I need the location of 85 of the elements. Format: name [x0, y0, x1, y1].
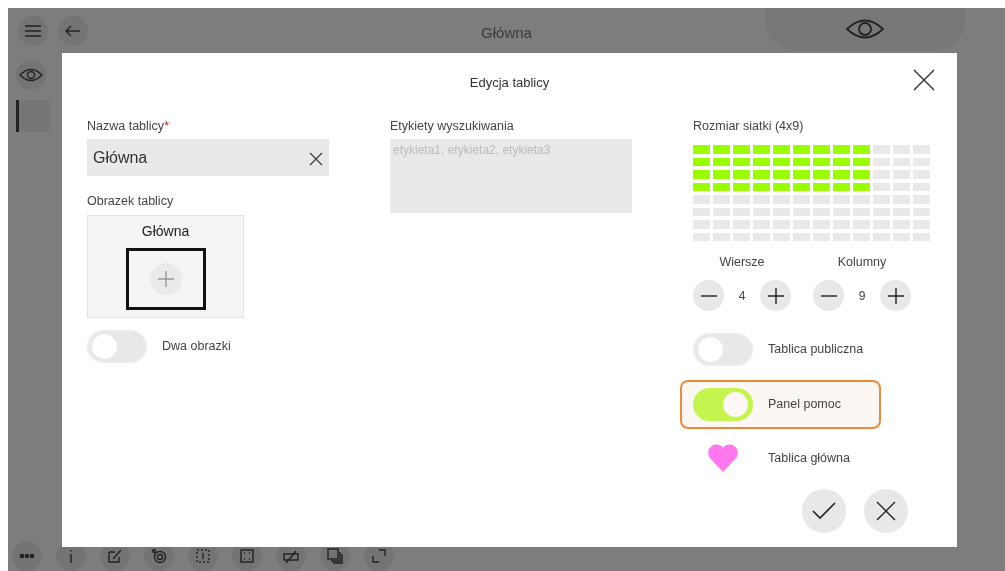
grid-cell-selected[interactable]: [733, 145, 750, 154]
increment-button[interactable]: [880, 280, 911, 311]
grid-cell-selected[interactable]: [773, 182, 790, 192]
check-icon: [812, 502, 836, 520]
grid-cell-selected[interactable]: [793, 145, 810, 154]
grid-cell-selected[interactable]: [813, 170, 830, 179]
grid-cell-selected[interactable]: [753, 170, 770, 179]
plus-icon: [156, 270, 175, 288]
expand-icon: [371, 548, 387, 564]
back-arrow-icon: [65, 25, 81, 37]
toggle-label: Tablica publiczna: [768, 341, 864, 359]
grid-cell-selected[interactable]: [853, 170, 870, 179]
menu-icon: [25, 25, 41, 37]
field-label: Etykiety wyszukiwania: [390, 117, 515, 135]
more-button[interactable]: [12, 541, 42, 571]
edit-icon: [107, 548, 123, 564]
grid-cell-selected[interactable]: [833, 170, 850, 179]
minus-icon: [699, 294, 718, 297]
preview-button[interactable]: [16, 60, 46, 90]
preview-button[interactable]: [765, 8, 965, 50]
grid-cell-selected[interactable]: [813, 145, 830, 154]
grid-cell-selected[interactable]: [713, 145, 730, 154]
field-label: Rozmiar siatki (4x9): [693, 117, 805, 135]
numbered-frame-icon: [195, 548, 211, 564]
grid-cell-selected[interactable]: [713, 182, 730, 192]
grid-cell-selected[interactable]: [713, 170, 730, 179]
eye-icon: [19, 67, 43, 83]
stepper-label: Wiersze: [719, 254, 765, 272]
menu-button[interactable]: [18, 16, 48, 46]
stepper-label: Kolumny: [837, 254, 887, 272]
toggle-label: Tablica główna: [768, 449, 850, 467]
grid-cell-selected[interactable]: [753, 182, 770, 192]
toggle-switch[interactable]: [693, 388, 753, 421]
stacked-squares-icon: [327, 548, 343, 564]
close-icon: [913, 68, 935, 91]
frame-corners-icon: [239, 548, 255, 564]
decrement-button[interactable]: [693, 280, 724, 311]
grid-cell-selected[interactable]: [693, 157, 710, 167]
grid-cell-selected[interactable]: [853, 157, 870, 167]
gear-icon: [151, 548, 167, 564]
grid-cell-selected[interactable]: [773, 157, 790, 167]
toggle-label: Dwa obrazki: [162, 338, 231, 356]
grid-cell-selected[interactable]: [773, 145, 790, 154]
grid-cell-selected[interactable]: [753, 157, 770, 167]
plus-icon: [886, 286, 905, 305]
dialog-title: Edycja tablicy: [468, 74, 551, 92]
grid-cell-selected[interactable]: [813, 157, 830, 167]
plus-icon: [766, 286, 785, 305]
field-label: Nazwa tablicy*: [87, 117, 170, 135]
stepper-value: 4: [737, 287, 747, 305]
grid-cell-selected[interactable]: [793, 170, 810, 179]
grid-cell-selected[interactable]: [733, 157, 750, 167]
grid-cell-selected[interactable]: [793, 157, 810, 167]
grid-cell-selected[interactable]: [833, 145, 850, 154]
grid-cell-selected[interactable]: [853, 182, 870, 192]
toggle-label: Panel pomoc: [768, 396, 841, 414]
board-tile[interactable]: [16, 100, 50, 132]
grid-cell-selected[interactable]: [693, 145, 710, 154]
grid-cell-selected[interactable]: [833, 182, 850, 192]
close-icon: [876, 501, 896, 521]
clear-icon: [309, 151, 323, 166]
grid-cell-selected[interactable]: [753, 145, 770, 154]
board-title: Główna: [480, 23, 533, 43]
minus-icon: [819, 294, 838, 297]
grid-cell-selected[interactable]: [773, 170, 790, 179]
image-caption: Główna: [141, 222, 190, 241]
grid-cell-selected[interactable]: [733, 170, 750, 179]
grid-cell-selected[interactable]: [733, 182, 750, 192]
decrement-button[interactable]: [813, 280, 844, 311]
stepper-value: 9: [857, 287, 867, 305]
add-image-button[interactable]: [149, 263, 182, 295]
grid-cell-selected[interactable]: [693, 170, 710, 179]
back-button[interactable]: [58, 16, 88, 46]
crossed-out-icon: [283, 548, 299, 564]
grid-cell-selected[interactable]: [793, 182, 810, 192]
grid-cell-selected[interactable]: [813, 182, 830, 192]
grid-cell-selected[interactable]: [713, 157, 730, 167]
increment-button[interactable]: [760, 280, 791, 311]
grid-cell-selected[interactable]: [833, 157, 850, 167]
eye-icon: [846, 17, 884, 41]
field-label: Obrazek tablicy: [87, 193, 175, 211]
grid-cell-selected[interactable]: [853, 145, 870, 154]
cancel-button[interactable]: [864, 489, 908, 533]
grid-cell-selected[interactable]: [693, 182, 710, 192]
confirm-button[interactable]: [802, 489, 846, 533]
